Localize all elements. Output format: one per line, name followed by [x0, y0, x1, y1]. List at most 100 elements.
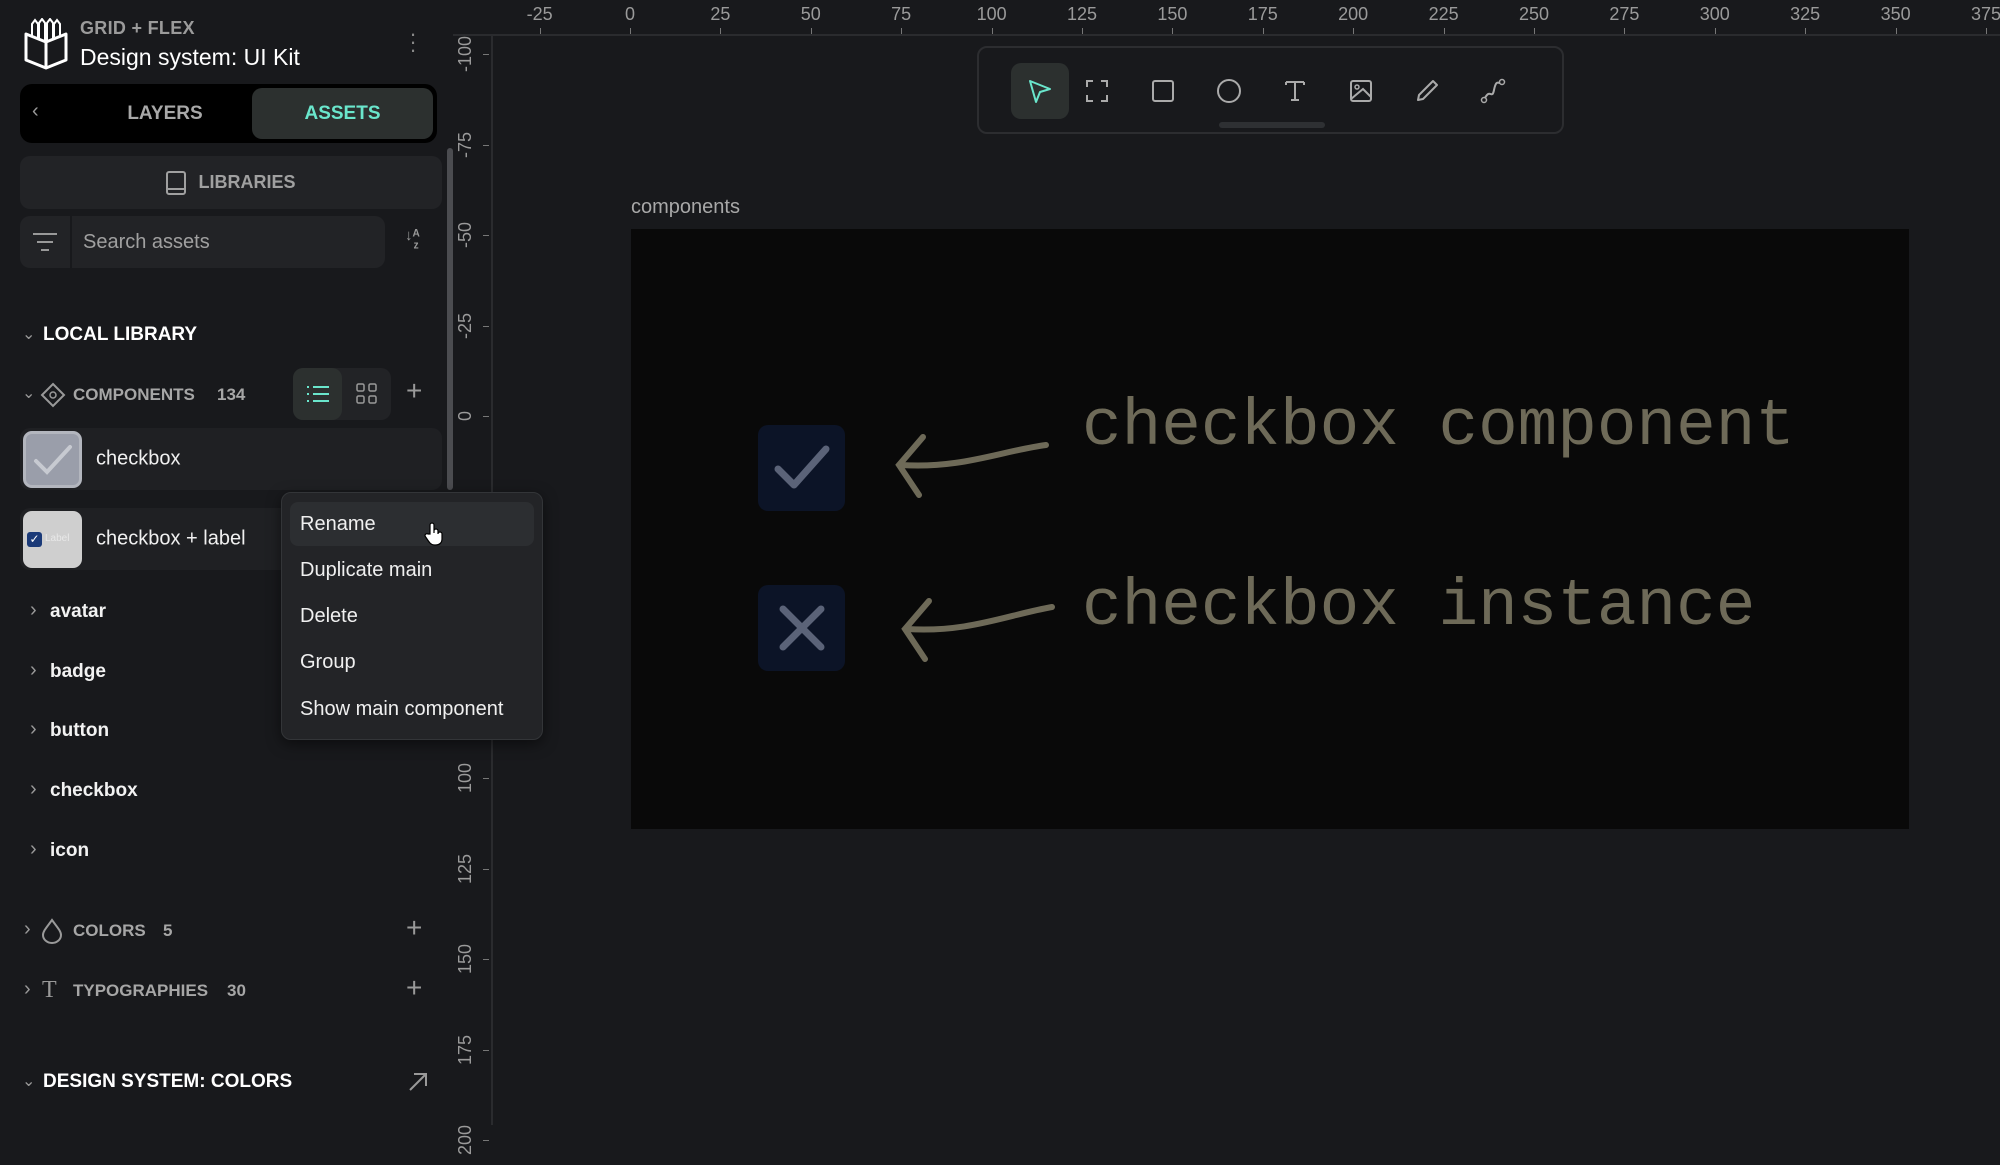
pointer-icon [1029, 80, 1051, 103]
ruler-tick [1986, 28, 1987, 34]
chevron-right-icon: › [30, 599, 37, 621]
thumb-label: Label [45, 533, 70, 544]
component-name: checkbox [96, 447, 181, 470]
ruler-tick [720, 28, 722, 34]
ruler-tick-label: 100 [455, 762, 475, 794]
search-input[interactable] [72, 216, 385, 268]
folder-name: icon [50, 839, 90, 861]
tab-assets[interactable]: ASSETS [252, 88, 433, 139]
text-icon [1285, 81, 1305, 101]
grid-view-button[interactable] [342, 368, 391, 420]
scrollbar[interactable] [447, 148, 453, 490]
ruler-tick-label: -25 [455, 312, 475, 339]
checkbox-thumbnail [23, 431, 82, 488]
folder-badge[interactable]: › badge [20, 658, 280, 688]
board-components[interactable]: checkbox component checkbox instance [631, 229, 1909, 829]
ruler-tick-label: 100 [976, 4, 1007, 24]
checkbox-instance[interactable] [758, 585, 845, 671]
menu-item-show-main-component[interactable]: Show main component [290, 687, 534, 731]
add-color-icon[interactable]: + [406, 912, 422, 944]
folder-checkbox[interactable]: › checkbox [20, 777, 280, 807]
chevron-left-icon[interactable]: ‹ [32, 100, 39, 123]
board-tool[interactable] [1068, 63, 1126, 119]
context-menu: Rename Duplicate main Delete Group Show main… [281, 492, 543, 740]
ruler-tick [483, 54, 489, 55]
menu-item-group[interactable]: Group [290, 641, 534, 685]
chevron-down-icon[interactable]: ⌄ [22, 324, 35, 344]
toolbar-drag-handle[interactable] [1219, 122, 1325, 128]
chevron-right-icon: › [30, 718, 37, 741]
image-icon [1350, 80, 1372, 102]
grid-icon [355, 383, 377, 404]
chevron-right-icon: › [30, 837, 37, 860]
annotation-instance[interactable]: checkbox instance [1082, 569, 1755, 644]
pencil-tool[interactable] [1398, 63, 1456, 119]
sort-icon[interactable]: ↓ᴬ ᶻ [405, 228, 420, 255]
drop-icon [41, 918, 63, 944]
folder-icon[interactable]: › icon [20, 837, 280, 867]
arrow-left-icon [901, 598, 1055, 662]
folder-avatar[interactable]: › avatar [20, 598, 280, 628]
ruler-tick [630, 28, 631, 34]
kebab-icon[interactable]: · · · [406, 23, 420, 61]
toolbar [977, 46, 1564, 134]
typographies-heading[interactable]: TYPOGRAPHIES [73, 981, 208, 1001]
local-library-heading[interactable]: LOCAL LIBRARY [43, 324, 197, 346]
ruler-tick-label: 25 [710, 4, 731, 24]
ruler-tick-label: -25 [526, 4, 553, 24]
ruler-tick-label: 0 [624, 4, 635, 24]
add-typography-icon[interactable]: + [406, 972, 422, 1004]
ruler-tick [810, 28, 812, 34]
add-component-icon[interactable]: + [406, 375, 422, 407]
image-tool[interactable] [1332, 63, 1390, 119]
path-tool[interactable] [1464, 63, 1522, 119]
folder-name: avatar [50, 601, 106, 622]
ruler-tick [483, 868, 489, 870]
menu-item-rename[interactable]: Rename [290, 502, 534, 546]
ruler-tick-label: 175 [455, 1034, 475, 1065]
ruler-tick-label: 200 [1338, 4, 1369, 24]
ruler-tick [483, 325, 489, 327]
ruler-tick-label: 150 [455, 943, 475, 975]
ruler-tick-label: 50 [800, 4, 821, 24]
ruler-tick [483, 959, 489, 960]
ruler-tick [483, 416, 489, 417]
design-system-colors-heading[interactable]: DESIGN SYSTEM: COLORS [43, 1071, 292, 1093]
open-external-icon[interactable] [408, 1072, 428, 1092]
ruler-tick [483, 235, 489, 236]
colors-heading[interactable]: COLORS [73, 921, 146, 941]
rectangle-icon [1152, 80, 1174, 102]
text-tool[interactable] [1266, 63, 1324, 119]
folder-name: button [50, 720, 110, 742]
ruler-tick [483, 1140, 489, 1141]
chevron-right-icon[interactable]: › [24, 978, 31, 1001]
menu-item-duplicate-main[interactable]: Duplicate main [290, 548, 534, 592]
ruler-tick-label: 250 [1518, 4, 1550, 24]
tab-layers[interactable]: LAYERS [80, 88, 250, 139]
ruler-tick [1624, 28, 1626, 34]
list-view-button[interactable] [293, 368, 342, 420]
folder-name: badge [50, 660, 106, 682]
menu-item-delete[interactable]: Delete [290, 595, 534, 639]
annotation-component[interactable]: checkbox component [1082, 389, 1795, 464]
move-tool[interactable] [1011, 63, 1069, 119]
folder-button[interactable]: › button [20, 717, 280, 747]
path-icon [1480, 78, 1506, 104]
board-title[interactable]: components [631, 196, 740, 219]
rectangle-tool[interactable] [1134, 63, 1192, 119]
chevron-right-icon[interactable]: › [24, 918, 31, 941]
ruler-tick-label: 225 [1428, 4, 1459, 24]
chevron-down-icon[interactable]: ⌄ [22, 383, 35, 403]
filter-button[interactable] [20, 216, 70, 268]
check-icon: ✓ [27, 532, 42, 547]
libraries-button[interactable]: LIBRARIES [20, 156, 442, 209]
book-icon [166, 170, 187, 195]
ellipse-tool[interactable] [1200, 63, 1258, 119]
ruler-tick-label: 0 [455, 411, 475, 422]
components-heading[interactable]: COMPONENTS [73, 385, 195, 405]
ruler-tick [1262, 28, 1264, 34]
checkbox-component[interactable] [758, 425, 845, 511]
chevron-down-icon[interactable]: ⌄ [22, 1071, 35, 1091]
ellipse-icon [1217, 79, 1241, 103]
component-item-checkbox[interactable]: checkbox [20, 428, 442, 490]
